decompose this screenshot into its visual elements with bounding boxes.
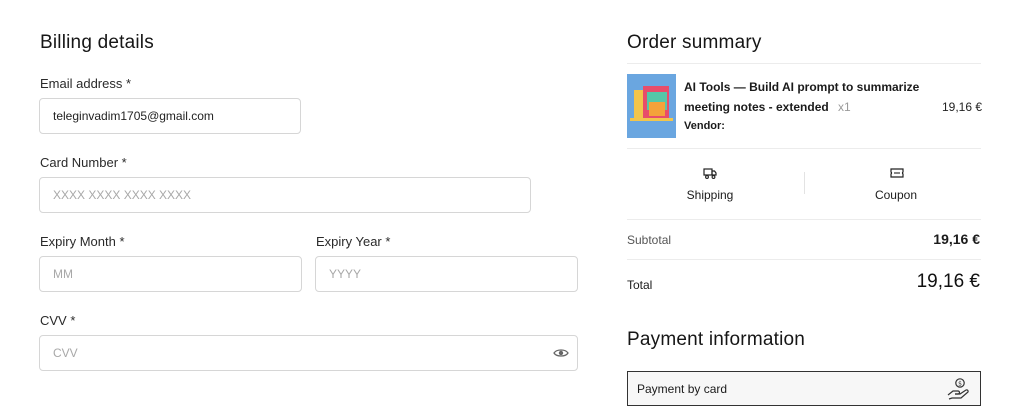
product-thumbnail	[627, 74, 676, 138]
coupon-label: Coupon	[874, 188, 918, 202]
order-summary-title: Order summary	[627, 32, 762, 53]
hand-coin-icon: $	[946, 377, 970, 401]
cvv-label: CVV *	[40, 313, 76, 328]
product-vendor: Vendor:	[684, 120, 725, 132]
subtotal-value: 19,16 €	[933, 231, 980, 247]
product-price: 19,16 €	[942, 100, 983, 114]
eye-icon[interactable]	[553, 346, 569, 360]
email-field[interactable]	[39, 98, 301, 134]
shipping-label: Shipping	[686, 188, 734, 202]
truck-icon	[703, 166, 717, 180]
payment-option-card[interactable]: Payment by card $	[627, 371, 981, 406]
ticket-icon	[890, 166, 904, 180]
product-name-line1: AI Tools — Build AI prompt to summarize	[684, 80, 920, 94]
tab-divider	[804, 172, 805, 194]
coupon-button[interactable]: Coupon	[846, 164, 946, 204]
product-name: meeting notes - extended	[684, 100, 829, 114]
divider	[627, 63, 981, 64]
divider	[627, 259, 981, 260]
product-name-line2: meeting notes - extended x1	[684, 100, 851, 114]
divider	[627, 219, 981, 220]
expiry-month-label: Expiry Month *	[40, 234, 125, 249]
divider	[627, 148, 981, 149]
email-label: Email address *	[40, 76, 132, 91]
payment-option-label: Payment by card	[637, 382, 728, 396]
billing-title: Billing details	[40, 32, 154, 53]
expiry-year-field[interactable]	[315, 256, 578, 292]
subtotal-label: Subtotal	[627, 233, 672, 247]
total-value: 19,16 €	[916, 271, 980, 292]
card-number-label: Card Number *	[40, 155, 127, 170]
svg-text:$: $	[958, 380, 962, 387]
total-label: Total	[627, 278, 653, 292]
product-quantity: x1	[838, 100, 851, 114]
expiry-year-label: Expiry Year *	[316, 234, 391, 249]
expiry-month-field[interactable]	[39, 256, 302, 292]
cvv-field[interactable]	[39, 335, 578, 371]
shipping-button[interactable]: Shipping	[660, 164, 760, 204]
payment-title: Payment information	[627, 329, 806, 350]
card-number-field[interactable]	[39, 177, 531, 213]
